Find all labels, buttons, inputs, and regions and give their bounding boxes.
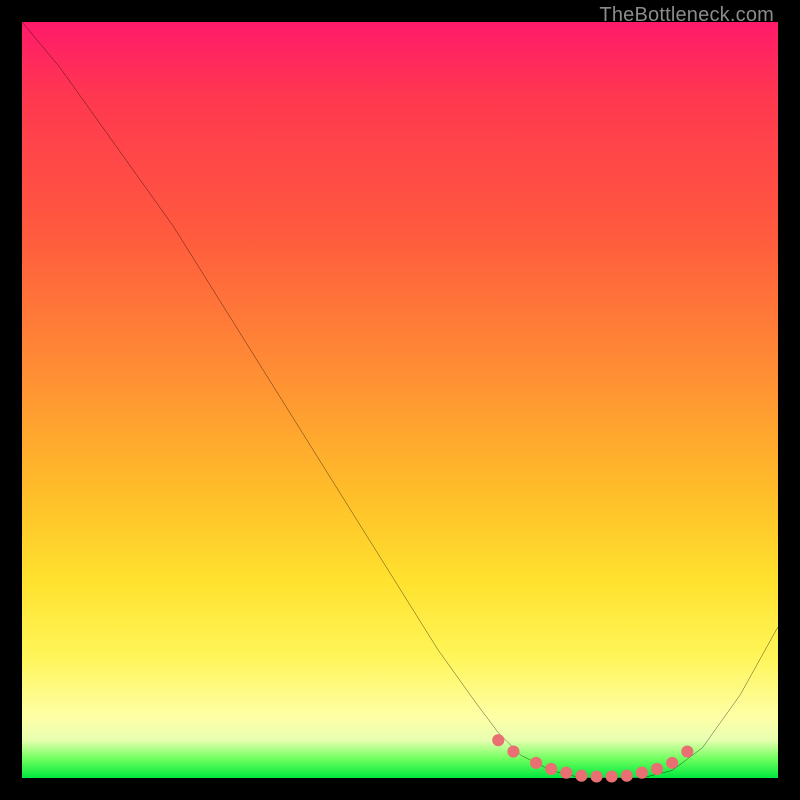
marker-dot <box>575 770 587 782</box>
marker-dot <box>507 745 519 757</box>
marker-dot <box>666 757 678 769</box>
marker-dot <box>681 745 693 757</box>
curve-line <box>22 22 778 778</box>
marker-dot <box>492 734 504 746</box>
marker-dot <box>636 767 648 779</box>
marker-dot <box>606 770 618 782</box>
chart-svg <box>22 22 778 778</box>
marker-dot <box>621 770 633 782</box>
optimal-range-markers <box>492 734 693 782</box>
chart-container: TheBottleneck.com <box>0 0 800 800</box>
marker-dot <box>545 763 557 775</box>
plot-area <box>22 22 778 778</box>
marker-dot <box>651 763 663 775</box>
marker-dot <box>560 767 572 779</box>
bottleneck-curve <box>22 22 778 778</box>
marker-dot <box>530 757 542 769</box>
marker-dot <box>591 770 603 782</box>
